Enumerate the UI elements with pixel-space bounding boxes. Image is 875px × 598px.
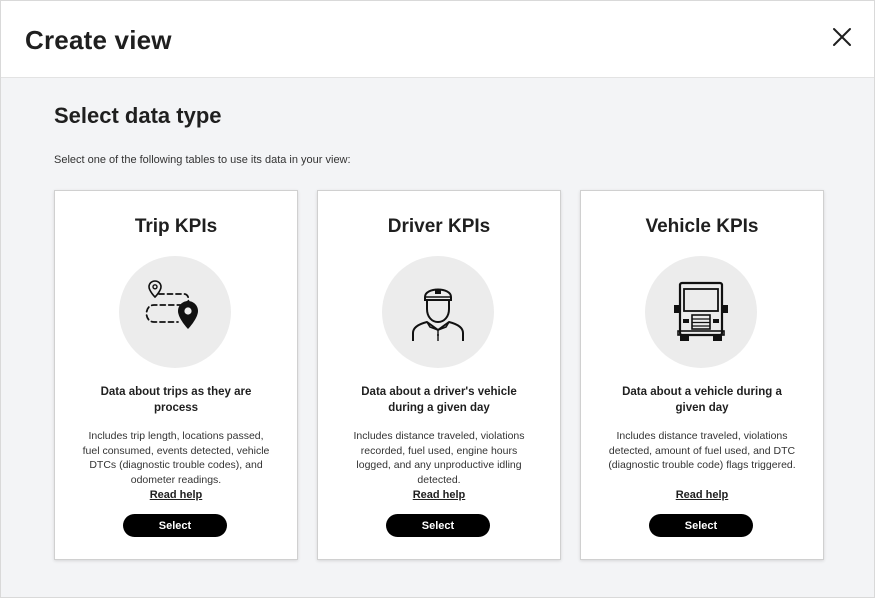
dialog-content: Select data type Select one of the follo…	[1, 78, 874, 598]
card-description: Includes distance traveled, violations r…	[353, 430, 525, 486]
create-view-dialog: Create view Select data type Select one …	[0, 0, 875, 598]
close-button[interactable]	[830, 25, 854, 49]
driver-icon	[412, 288, 464, 341]
dialog-title: Create view	[25, 25, 172, 55]
data-type-cards: Trip KPIs Data about trips as they are p…	[54, 190, 824, 560]
card-vehicle-kpis: Vehicle KPIs Data about a vehicle during…	[580, 190, 824, 560]
instruction-text: Select one of the following tables to us…	[54, 154, 351, 166]
select-button[interactable]: Select	[649, 514, 753, 537]
dialog-header: Create view	[1, 1, 874, 78]
icon-circle	[645, 256, 757, 368]
select-button[interactable]: Select	[386, 514, 490, 537]
trip-route-icon	[145, 280, 198, 329]
card-subtitle: Data about a vehicle during a given day	[622, 386, 782, 414]
read-help-link[interactable]: Read help	[318, 489, 560, 501]
card-title: Vehicle KPIs	[645, 216, 759, 237]
card-subtitle: Data about trips as they are process	[100, 386, 252, 414]
select-button[interactable]: Select	[123, 514, 227, 537]
card-title: Driver KPIs	[387, 216, 491, 237]
card-description: Includes trip length, locations passed, …	[82, 430, 270, 486]
card-title: Trip KPIs	[134, 216, 218, 237]
read-help-link[interactable]: Read help	[55, 489, 297, 501]
close-icon	[833, 28, 851, 46]
truck-icon	[674, 281, 728, 341]
card-trip-kpis: Trip KPIs Data about trips as they are p…	[54, 190, 298, 560]
icon-circle	[382, 256, 494, 368]
card-subtitle: Data about a driver's vehicle during a g…	[361, 386, 517, 414]
card-description: Includes distance traveled, violations d…	[608, 430, 796, 471]
section-title: Select data type	[54, 103, 222, 128]
read-help-link[interactable]: Read help	[581, 489, 823, 501]
card-driver-kpis: Driver KPIs Data about a driver's vehicl…	[317, 190, 561, 560]
icon-circle	[119, 256, 231, 368]
